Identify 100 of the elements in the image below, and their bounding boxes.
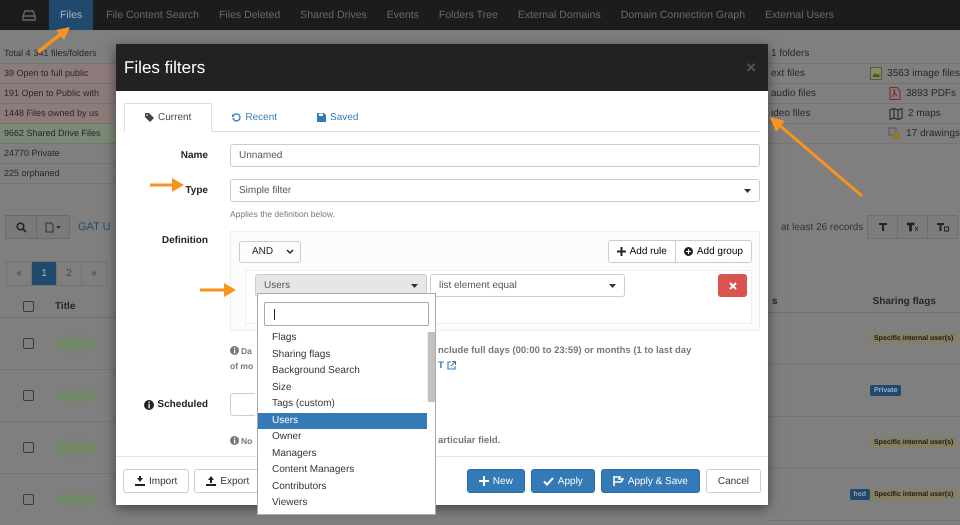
t-square-icon bbox=[936, 222, 949, 232]
search-button[interactable] bbox=[5, 215, 37, 239]
flag-icon bbox=[612, 476, 624, 486]
blurred-content bbox=[56, 338, 96, 348]
page-link[interactable]: 1 bbox=[31, 261, 57, 286]
dialog-title: Files filters bbox=[124, 58, 206, 78]
stat-row[interactable]: 39 Open to full public bbox=[0, 64, 116, 84]
name-field[interactable]: Unnamed bbox=[230, 144, 760, 167]
help-text: Da bbox=[230, 343, 256, 358]
help-link[interactable]: T bbox=[438, 360, 444, 371]
checkbox[interactable] bbox=[23, 442, 34, 453]
dropdown-option[interactable]: Background Search bbox=[258, 363, 427, 380]
stat-text: 2 maps bbox=[908, 108, 941, 119]
toolbar-label[interactable]: GAT U bbox=[78, 221, 111, 233]
delete-rule-button[interactable] bbox=[718, 274, 747, 297]
dropdown-option[interactable]: Tags (custom) bbox=[258, 396, 427, 412]
operator-select[interactable]: list element equal bbox=[430, 274, 625, 297]
schedule-field[interactable] bbox=[230, 393, 255, 416]
add-rule-button[interactable]: Add rule bbox=[608, 240, 676, 263]
dropdown-option[interactable]: Flags bbox=[258, 330, 427, 346]
t-icon bbox=[878, 222, 888, 232]
help-text: of mo bbox=[230, 360, 254, 372]
help-text: Applies the definition below. bbox=[230, 209, 335, 219]
pdf-file-icon bbox=[889, 87, 901, 100]
stat-text: ext files bbox=[771, 68, 805, 79]
new-button[interactable]: New bbox=[466, 469, 525, 493]
external-link-icon bbox=[446, 361, 456, 370]
stat-text: 17 drawings bbox=[906, 128, 960, 139]
type-select[interactable]: Simple filter bbox=[230, 179, 760, 202]
column-header[interactable]: Sharing flags bbox=[872, 296, 936, 306]
info-icon bbox=[144, 400, 154, 410]
nav-tab[interactable]: Files Deleted bbox=[208, 0, 290, 30]
filter-options-button[interactable] bbox=[927, 215, 958, 239]
history-icon bbox=[232, 113, 242, 122]
export-dropdown-button[interactable] bbox=[36, 215, 70, 239]
import-button[interactable]: Import bbox=[123, 469, 190, 493]
help-text: nclude full days (00:00 to 23:59) or months (1 to last day bbox=[438, 344, 692, 358]
nav-tab[interactable]: External Domains bbox=[508, 0, 611, 30]
file-caret-icon bbox=[45, 222, 61, 232]
info-icon bbox=[230, 436, 239, 445]
stat-row[interactable]: 1448 Files owned by us bbox=[0, 104, 116, 124]
stat-text: audio files bbox=[771, 88, 816, 99]
apply-save-button[interactable]: Apply & Save bbox=[600, 469, 700, 493]
column-header[interactable]: Title bbox=[55, 300, 76, 312]
cancel-button[interactable]: Cancel bbox=[706, 469, 761, 493]
stat-text: ideo files bbox=[771, 108, 810, 119]
dropdown-search-field[interactable] bbox=[264, 302, 429, 326]
dropdown-option[interactable]: Sharing flags bbox=[258, 346, 427, 363]
note-text: articular field. bbox=[438, 434, 500, 448]
blurred-content bbox=[56, 494, 96, 504]
save-icon bbox=[317, 113, 326, 122]
apply-button[interactable]: Apply bbox=[530, 469, 595, 493]
dialog-tab[interactable]: Current bbox=[124, 103, 212, 132]
record-count: at least 26 records bbox=[781, 222, 864, 232]
plus-icon bbox=[616, 247, 626, 256]
nav-tab[interactable]: Events bbox=[376, 0, 429, 30]
nav-tab[interactable]: Shared Drives bbox=[290, 0, 377, 30]
scrollbar[interactable] bbox=[427, 332, 435, 402]
checkbox[interactable] bbox=[23, 300, 34, 312]
dropdown-option[interactable]: Size bbox=[258, 380, 427, 396]
nav-tab[interactable]: Files bbox=[49, 0, 94, 30]
condition-select[interactable]: AND bbox=[239, 240, 301, 262]
note-text: No bbox=[230, 433, 256, 448]
dialog-tab[interactable]: Saved bbox=[297, 103, 378, 132]
plus-icon bbox=[478, 476, 489, 486]
search-icon bbox=[16, 222, 26, 232]
dropdown-option[interactable]: Managers bbox=[258, 446, 427, 462]
field-label: Scheduled bbox=[124, 399, 208, 410]
dialog-tab[interactable]: Recent bbox=[212, 103, 298, 132]
nav-tab[interactable]: Domain Connection Graph bbox=[610, 0, 756, 30]
page-link[interactable]: » bbox=[81, 261, 107, 286]
caret-icon bbox=[411, 284, 418, 288]
caret-icon bbox=[744, 188, 751, 192]
nav-tab[interactable]: Folders Tree bbox=[428, 0, 508, 30]
clear-filter-button[interactable] bbox=[897, 215, 928, 239]
stat-text: 3893 PDFs bbox=[906, 88, 956, 99]
dropdown-option[interactable]: Users bbox=[258, 412, 427, 429]
blurred-content bbox=[56, 442, 96, 452]
image-file-icon bbox=[870, 67, 882, 80]
close-icon bbox=[728, 282, 736, 290]
tag-icon bbox=[145, 113, 154, 122]
annotation-arrow bbox=[200, 283, 236, 297]
map-icon bbox=[889, 108, 903, 120]
filter-button[interactable] bbox=[867, 215, 898, 239]
stat-row[interactable]: 191 Open to Public with bbox=[0, 84, 116, 104]
checkbox[interactable] bbox=[23, 338, 34, 349]
checkbox[interactable] bbox=[23, 494, 34, 505]
stat-row[interactable]: 9662 Shared Drive Files bbox=[0, 124, 116, 144]
checkbox[interactable] bbox=[23, 390, 34, 401]
info-icon bbox=[230, 346, 239, 355]
dropdown-option[interactable]: Owner bbox=[258, 429, 427, 446]
annotation-arrow bbox=[150, 178, 184, 192]
dropdown-option[interactable]: Viewers bbox=[258, 495, 427, 512]
page-link[interactable]: 2 bbox=[56, 261, 82, 286]
field-label: Definition bbox=[160, 235, 208, 246]
nav-tab[interactable]: External Users bbox=[755, 0, 844, 30]
stat-text: Total 4 bbox=[4, 48, 31, 58]
column-header[interactable]: s bbox=[772, 296, 778, 306]
add-group-button[interactable]: Add group bbox=[674, 240, 752, 263]
nav-tab[interactable]: File Content Search bbox=[96, 0, 209, 30]
